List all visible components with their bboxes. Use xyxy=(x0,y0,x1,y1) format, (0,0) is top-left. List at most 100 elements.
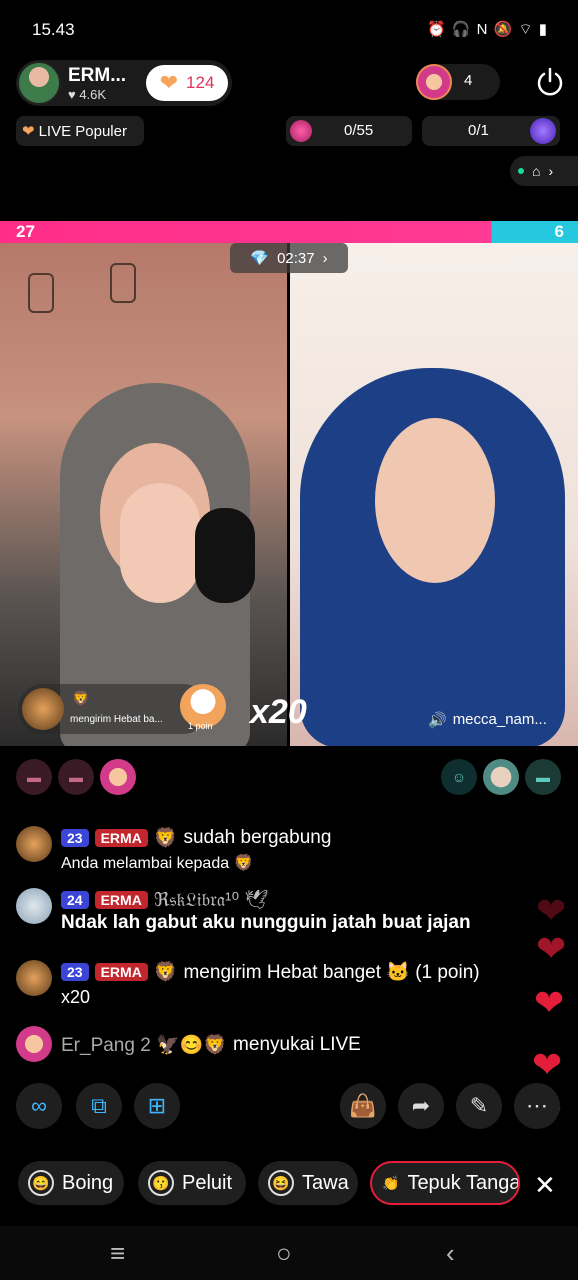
opponent-guest-avatar[interactable] xyxy=(483,759,519,795)
floating-heart-icon: ❤ xyxy=(532,1044,563,1085)
opponent-username[interactable]: 🔊 mecca_nam... xyxy=(428,711,552,729)
chevron-right-icon: › xyxy=(548,163,554,179)
host-name: ERM... xyxy=(68,65,127,86)
fan-badge: ERMA xyxy=(94,891,148,909)
link-icon[interactable]: ∞ xyxy=(16,1083,62,1129)
viewer-count: 4 xyxy=(464,72,473,89)
fan-badge: ERMA xyxy=(94,829,148,847)
gift-goal-right[interactable]: 0/1 xyxy=(422,116,560,146)
chat-text: mengirim Hebat banget 🐱 (1 poin) xyxy=(183,962,480,983)
status-time: 15.43 xyxy=(32,20,75,39)
timer-value: 02:37 xyxy=(277,249,315,267)
chat-subtext: Anda melambai kepada 🦁 xyxy=(61,855,254,872)
chat-text: sudah bergabung xyxy=(183,827,332,848)
chat-message[interactable]: 23 ERMA 🦁 sudah bergabung Anda melambai … xyxy=(16,826,556,876)
reaction-tepuk-tangan[interactable]: 👏 Tepuk Tanga xyxy=(370,1161,520,1205)
guest-seat[interactable]: ▬ xyxy=(58,759,94,795)
chat-line: 24 ERMA ℜ𝔰𝔨𝔏𝔦𝔟𝔯𝔞¹⁰ 🕊 xyxy=(61,888,269,912)
host-hand xyxy=(120,483,200,603)
chat-avatar[interactable] xyxy=(16,826,52,862)
guest-seat[interactable]: ▬ xyxy=(16,759,52,795)
reaction-label: Boing xyxy=(62,1171,114,1194)
chat-line: 23 ERMA 🦁 sudah bergabung xyxy=(61,826,331,850)
opponent-name: mecca_nam... xyxy=(452,711,547,728)
follow-button[interactable]: ❤ 124 xyxy=(146,65,228,101)
chat-message[interactable]: Er_Pang 2 🦅😊🦁 menyukai LIVE xyxy=(16,1026,556,1066)
shop-bag-icon[interactable]: 👜 xyxy=(340,1083,386,1129)
chat-message[interactable]: 23 ERMA 🦁 mengirim Hebat banget 🐱 (1 poi… xyxy=(16,960,556,1010)
whistle-face-icon: 😗 xyxy=(148,1170,174,1196)
room-pill[interactable]: ⌂ › xyxy=(510,156,578,186)
status-icons: ⏰ 🎧 N 🔕 ⌔ ▮ xyxy=(426,21,548,38)
reaction-label: Tepuk Tanga xyxy=(407,1171,520,1194)
chat-line: Er_Pang 2 🦅😊🦁 menyukai LIVE xyxy=(61,1033,361,1057)
chat-line: 23 ERMA 🦁 mengirim Hebat banget 🐱 (1 poi… xyxy=(61,960,480,984)
host-video[interactable] xyxy=(0,243,287,746)
chat-subtext: x20 xyxy=(61,987,91,1007)
heart-icon: ❤ xyxy=(159,70,179,95)
gift-goal-left[interactable]: 0/55 xyxy=(286,116,412,146)
chat-avatar[interactable] xyxy=(16,1026,52,1062)
chat-avatar[interactable] xyxy=(16,960,52,996)
reaction-tawa[interactable]: 😆 Tawa xyxy=(258,1161,358,1205)
follow-count: 124 xyxy=(186,73,215,92)
online-dot xyxy=(518,168,524,174)
heart-icon: ❤ xyxy=(22,123,35,140)
host-likes: ♥ 4.6K xyxy=(68,87,107,102)
level-badge: 23 xyxy=(61,829,89,847)
laugh-icon: 😆 xyxy=(268,1170,294,1196)
diamond-icon: 💎 xyxy=(250,250,270,267)
apps-icon[interactable]: ⊞ xyxy=(134,1083,180,1129)
more-icon[interactable]: ⋯ xyxy=(514,1083,560,1129)
chat-message[interactable]: 24 ERMA ℜ𝔰𝔨𝔏𝔦𝔟𝔯𝔞¹⁰ 🕊 Ndak lah gabut aku … xyxy=(16,888,556,938)
lantern-decor xyxy=(28,273,54,313)
gem-icon xyxy=(530,118,556,144)
viewer-list[interactable]: 4 xyxy=(416,64,500,100)
level-badge: 23 xyxy=(61,963,89,981)
guest-avatar[interactable] xyxy=(100,759,136,795)
share-icon[interactable]: ➦ xyxy=(398,1083,444,1129)
guest-seat[interactable]: ▬ xyxy=(525,759,561,795)
power-icon[interactable] xyxy=(534,66,566,98)
back-icon[interactable]: ‹ xyxy=(446,1238,455,1269)
chat-subtext: Ndak lah gabut aku nungguin jatah buat j… xyxy=(61,912,471,933)
lion-icon: 🦁 xyxy=(72,690,90,706)
home-icon[interactable]: ○ xyxy=(276,1238,292,1269)
level-badge: 24 xyxy=(61,891,89,909)
reaction-boing[interactable]: 😄 Boing xyxy=(18,1161,124,1205)
recents-icon[interactable]: ≡ xyxy=(110,1238,125,1269)
microphone xyxy=(195,508,255,603)
battle-timer[interactable]: 💎 02:37 › xyxy=(230,243,348,273)
gift-text: mengirim Hebat ba... xyxy=(70,714,163,725)
floating-heart-icon: ❤ xyxy=(536,890,567,931)
home-icon: ⌂ xyxy=(532,163,541,179)
battle-left-score: 27 xyxy=(16,222,35,241)
chat-user: ℜ𝔰𝔨𝔏𝔦𝔟𝔯𝔞¹⁰ 🕊 xyxy=(153,890,269,911)
floating-heart-icon: ❤ xyxy=(534,982,565,1023)
opponent-face xyxy=(375,418,495,583)
chat-user: 🦁 xyxy=(153,828,178,849)
popular-label: LIVE Populer xyxy=(38,122,127,140)
reaction-label: Tawa xyxy=(302,1171,349,1194)
system-nav-bar: ≡ ○ ‹ xyxy=(0,1226,578,1280)
chevron-right-icon: › xyxy=(322,249,328,267)
chat-avatar[interactable] xyxy=(16,888,52,924)
reaction-peluit[interactable]: 😗 Peluit xyxy=(138,1161,246,1205)
live-popular-badge[interactable]: ❤ LIVE Populer xyxy=(16,116,144,146)
opponent-guest-avatar[interactable]: ☺ xyxy=(441,759,477,795)
gift-goal-left-value: 0/55 xyxy=(344,122,374,139)
clap-icon: 👏 xyxy=(382,1174,400,1191)
host-info[interactable]: ERM... ♥ 4.6K ❤ 124 xyxy=(16,60,232,106)
host-avatar[interactable] xyxy=(17,61,61,105)
chat-text: menyukai LIVE xyxy=(233,1034,361,1055)
gift-poin: 1 poin xyxy=(188,721,213,731)
chat-user: Er_Pang 2 🦅😊🦁 xyxy=(61,1035,228,1056)
match-icon[interactable]: ⧉ xyxy=(76,1083,122,1129)
gifter-avatar xyxy=(22,688,64,730)
magic-wand-icon[interactable]: ✎ xyxy=(456,1083,502,1129)
opponent-video[interactable] xyxy=(290,243,578,746)
chat-user: 🦁 xyxy=(153,962,178,983)
close-icon[interactable]: ✕ xyxy=(534,1170,556,1201)
smile-icon: 😄 xyxy=(28,1170,54,1196)
viewer-avatar xyxy=(416,64,452,100)
